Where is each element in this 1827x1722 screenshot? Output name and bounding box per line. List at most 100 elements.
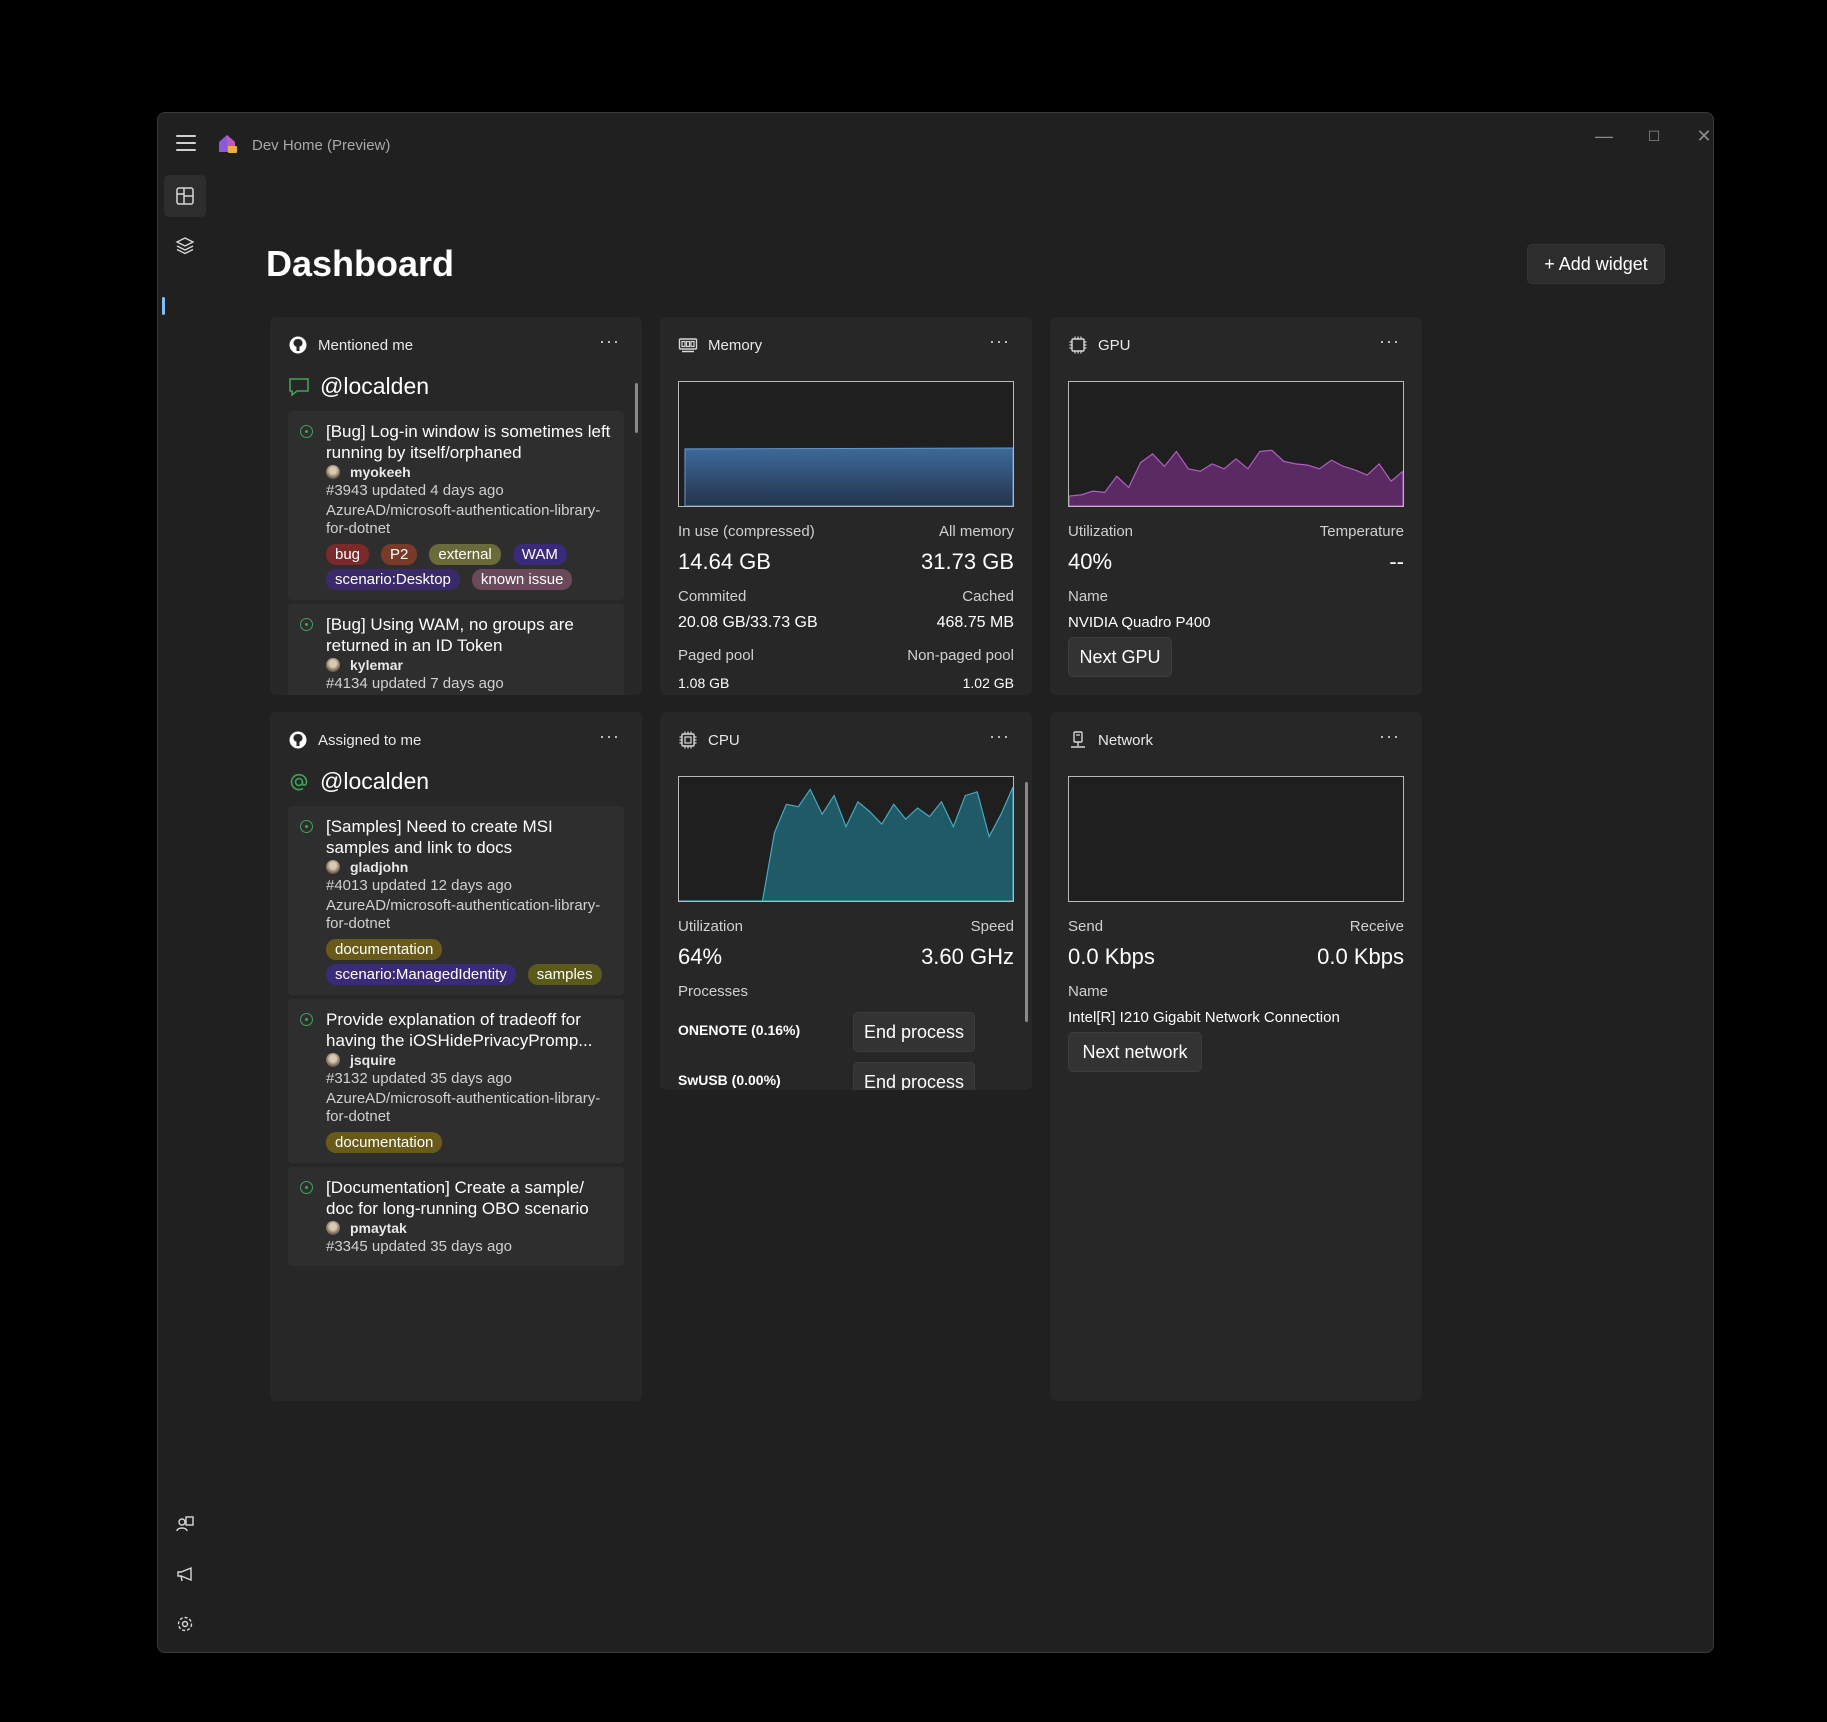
account-settings-icon [176,1516,194,1532]
utilization-value: 64% [678,944,723,969]
process-name: ONENOTE (0.16%) [678,1022,801,1038]
all-memory-value: 31.73 GB [921,549,1014,574]
issue-repo: AzureAD/microsoft-authentication-library… [326,897,601,932]
cached-label: Cached [962,588,1014,605]
network-name-value: Intel[R] I210 Gigabit Network Connection [1068,1009,1340,1026]
utilization-label: Utilization [1068,523,1134,540]
gpu-chart [1068,381,1404,507]
issue-label: bug [326,544,370,565]
issue-item[interactable]: [Bug] Log-in window is sometimes left ru… [288,411,624,600]
issue-title[interactable]: Provide explanation of tradeoff for havi… [326,1009,614,1051]
temperature-label: Temperature [1319,523,1404,540]
more-options-button[interactable]: ··· [1379,726,1400,747]
minimize-button[interactable]: — [1584,121,1624,151]
issue-labels: bug P2 external WAM scenario:Desktop known is… [326,544,614,590]
issue-item[interactable]: [Documentation] Create a sample/ doc for… [288,1167,624,1266]
more-options-button[interactable]: ··· [989,331,1010,352]
memory-icon [678,338,698,353]
next-network-button[interactable]: Next network [1068,1032,1202,1072]
close-button[interactable]: ✕ [1684,121,1724,151]
end-process-button[interactable]: End process [853,1062,975,1090]
utilization-label: Utilization [678,918,744,935]
issue-title[interactable]: [Bug] Log-in window is sometimes left ru… [326,421,614,463]
issue-author: jsquire [350,1052,396,1068]
issue-item[interactable]: [Samples] Need to create MSI samples and… [288,806,624,995]
layers-icon [175,237,195,255]
comment-icon [289,377,309,397]
paged-pool-value: 1.08 GB [678,675,730,691]
avatar [326,860,340,874]
nav-accounts[interactable] [164,1503,206,1545]
page-title: Dashboard [266,243,455,284]
issue-meta: #3345 updated 35 days ago [326,1238,512,1255]
gpu-utilization-graph [1069,449,1403,506]
issue-author: myokeeh [350,464,411,480]
send-label: Send [1068,918,1104,935]
issue-item[interactable]: [Bug] Using WAM, no groups are returned … [288,604,624,695]
widget-assigned-to-me: Assigned to me ··· @localden [Samples] N… [270,712,642,1401]
more-options-button[interactable]: ··· [599,331,620,352]
gpu-utilization-area [1069,449,1403,506]
widget-cpu: CPU ··· Utilization Speed 64% 3.60 GHz P… [660,712,1032,1090]
at-sign-icon [290,773,308,790]
open-issue-icon [300,1181,313,1194]
end-process-button[interactable]: End process [853,1012,975,1052]
scrollbar[interactable] [635,383,638,433]
speed-label: Speed [970,918,1014,935]
avatar [326,1221,340,1235]
temperature-value: -- [1389,549,1404,574]
dashboard-icon [176,187,194,205]
committed-value: 20.08 GB/33.73 GB [678,614,818,631]
nav-selection-indicator [162,297,165,315]
issue-title[interactable]: [Bug] Using WAM, no groups are returned … [326,614,614,656]
more-options-button[interactable]: ··· [599,726,620,747]
network-name-label: Name [1068,983,1109,1000]
receive-label: Receive [1349,918,1404,935]
issue-label: documentation [326,1132,443,1153]
in-use-label: In use (compressed) [678,523,815,540]
cpu-chart [678,776,1014,902]
nav-machine-configuration[interactable] [164,225,206,267]
issue-author: kylemar [350,657,403,673]
avatar [326,465,340,479]
add-widget-button[interactable]: + Add widget [1527,244,1665,284]
in-use-value: 14.64 GB [678,549,771,574]
more-options-button[interactable]: ··· [1379,331,1400,352]
issue-meta: #4013 updated 12 days ago [326,877,512,894]
issue-title[interactable]: [Samples] Need to create MSI samples and… [326,816,614,858]
non-paged-pool-value: 1.02 GB [962,675,1014,691]
maximize-button[interactable]: ☐ [1634,121,1674,151]
send-value: 0.0 Kbps [1068,944,1155,969]
app-title: Dev Home (Preview) [252,137,391,154]
widget-title: CPU [708,731,740,749]
avatar [326,1053,340,1067]
more-options-button[interactable]: ··· [989,726,1010,747]
nav-dashboard[interactable] [164,175,206,217]
megaphone-icon [177,1566,192,1582]
nav-feedback[interactable] [164,1553,206,1595]
open-issue-icon [300,618,313,631]
issue-item[interactable]: Provide explanation of tradeoff for havi… [288,999,624,1163]
memory-usage-area [684,447,1013,506]
memory-chart [678,381,1014,507]
issue-list: [Bug] Log-in window is sometimes left ru… [288,411,624,695]
hamburger-menu-icon[interactable] [176,135,196,155]
issue-label: WAM [512,544,567,565]
processes-label: Processes [678,983,749,1000]
gpu-name-value: NVIDIA Quadro P400 [1068,614,1211,631]
issue-meta: #3943 updated 4 days ago [326,482,504,499]
widget-title: GPU [1098,336,1131,354]
utilization-value: 40% [1068,549,1113,574]
issue-title[interactable]: [Documentation] Create a sample/ doc for… [326,1177,614,1219]
scrollbar[interactable] [1025,782,1028,1022]
next-gpu-button[interactable]: Next GPU [1068,637,1172,677]
issue-author: gladjohn [350,859,409,875]
widget-title: Network [1098,731,1154,749]
issue-label: documentation [326,939,443,960]
non-paged-pool-label: Non-paged pool [907,647,1014,664]
widget-title: Mentioned me [318,336,414,354]
open-issue-icon [300,820,313,833]
issue-meta: #4134 updated 7 days ago [326,675,504,692]
speed-value: 3.60 GHz [921,944,1014,969]
nav-settings[interactable] [164,1603,206,1645]
